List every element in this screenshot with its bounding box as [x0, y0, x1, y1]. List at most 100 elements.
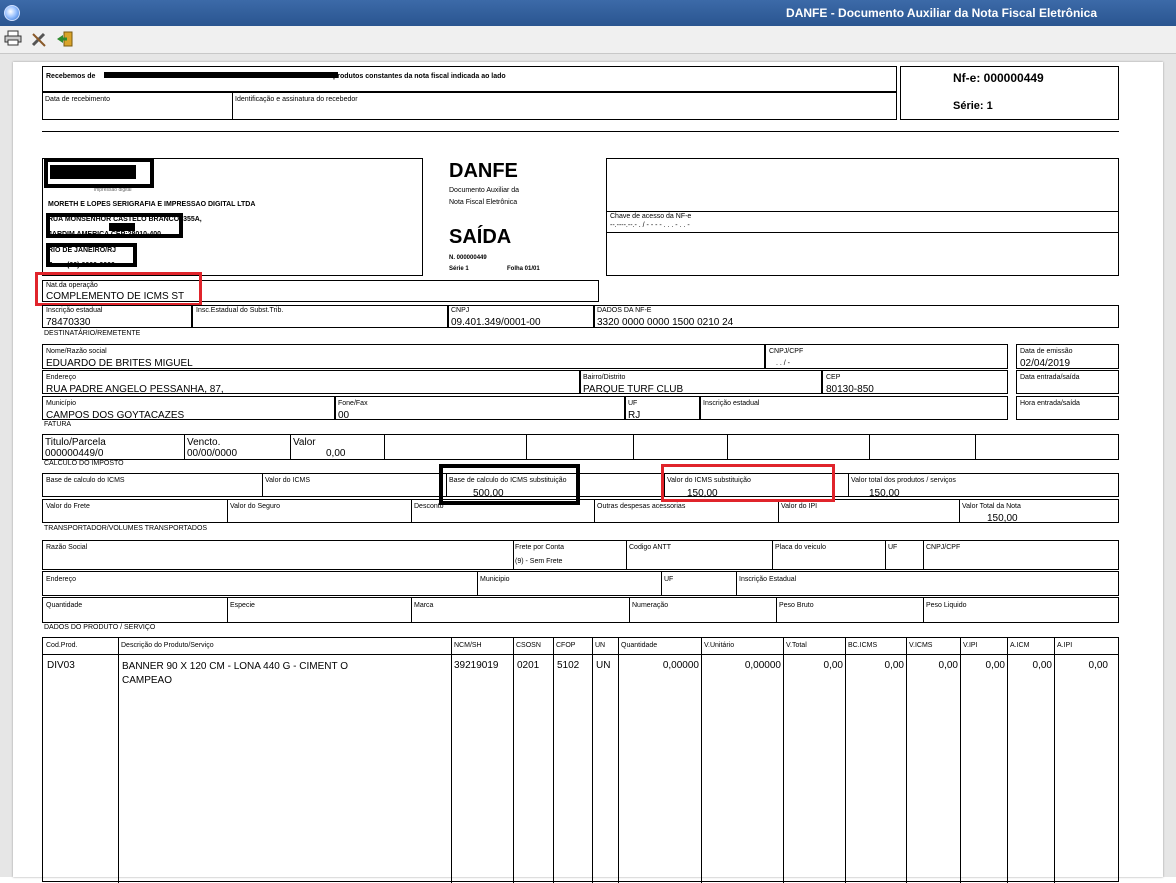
fatura-valor-value: 0,00: [326, 448, 346, 459]
col-aicm: A.ICM: [1010, 642, 1030, 649]
chave-value: --.----.--.- . / - - - - . . . - . . -: [610, 222, 690, 229]
dest-endereco-value: RUA PADRE ANGELO PESSANHA, 87,: [46, 384, 224, 395]
col-bcicms: BC.ICMS: [848, 642, 878, 649]
dest-ie-label: Inscrição estadual: [703, 400, 760, 407]
danfe-sub1: Documento Auxiliar da: [449, 187, 520, 194]
redaction: [50, 165, 136, 179]
seguro-label: Valor do Seguro: [230, 503, 281, 510]
dest-fone-box: Fone/Fax 00: [335, 396, 625, 421]
transp-razao-label: Razão Social: [46, 544, 88, 551]
transp-placa-label: Placa do veiculo: [775, 544, 826, 551]
dest-uf-label: UF: [628, 400, 638, 407]
prod-vicms: 0,00: [938, 660, 958, 671]
dest-emissao-value: 02/04/2019: [1020, 358, 1071, 369]
toolbar: [0, 26, 1176, 54]
v-nota-label: Valor Total da Nota: [962, 503, 1021, 510]
bc-icms-label: Base de calculo do ICMS: [46, 477, 125, 484]
dest-uf-value: RJ: [628, 410, 641, 421]
dest-endereco-box: Endereço RUA PADRE ANGELO PESSANHA, 87,: [42, 370, 580, 395]
dest-nome-value: EDUARDO DE BRITES MIGUEL: [46, 358, 193, 369]
prod-quantidade: 0,00000: [662, 660, 699, 671]
canhoto-recebemos: Recebemos de produtos constantes da nota…: [42, 66, 897, 92]
ipi-label: Valor do IPI: [781, 503, 818, 510]
prod-aipi: 0,00: [1088, 660, 1108, 671]
dest-cep-value: 80130-850: [826, 384, 874, 395]
recebemos-label: Recebemos de: [46, 73, 96, 80]
prod-descricao: BANNER 90 X 120 CM - LONA 440 G - CIMENT…: [122, 661, 348, 686]
transp-marca-label: Marca: [414, 602, 434, 609]
exit-icon[interactable]: [55, 30, 75, 48]
red-highlight-v-st: [661, 464, 835, 502]
dados-nfe-label: DADOS DA NF-E: [597, 307, 652, 314]
data-recebimento-label: Data de recebimento: [45, 96, 110, 103]
chave-box: Chave de acesso da NF-e --.----.--.- . /…: [606, 158, 1119, 276]
dest-emissao-label: Data de emissão: [1020, 348, 1073, 355]
outras-label: Outras despesas acessorias: [597, 503, 686, 510]
imposto-row2: Valor do Frete Valor do Seguro Desconto …: [42, 499, 1119, 524]
preview-area[interactable]: Recebemos de produtos constantes da nota…: [0, 54, 1176, 883]
cnpj-value: 09.401.349/0001-00: [451, 317, 541, 328]
identificacao-box: Identificação e assinatura do recebedor: [232, 92, 897, 120]
col-ncm: NCM/SH: [454, 642, 482, 649]
redaction-box: [46, 243, 137, 267]
dest-municipio-label: Município: [46, 400, 76, 407]
fatura-titulo-label: Titulo/Parcela: [45, 437, 106, 448]
danfe-sub2: Nota Fiscal Eletrônica: [449, 199, 518, 206]
redaction: [104, 72, 338, 78]
danfe-page: Recebemos de produtos constantes da nota…: [13, 62, 1163, 883]
window-title: DANFE - Documento Auxiliar da Nota Fisca…: [786, 6, 1097, 20]
dest-emissao-box: Data de emissão 02/04/2019: [1016, 344, 1119, 369]
danfe-folha: Folha 01/01: [507, 266, 540, 272]
prod-bcicms: 0,00: [884, 660, 904, 671]
dest-entrada-box: Data entrada/saída: [1016, 370, 1119, 394]
col-cod: Cod.Prod.: [46, 642, 78, 649]
ie-box: Inscrição estadual 78470330: [42, 305, 192, 328]
printer-icon[interactable]: [3, 30, 23, 48]
dest-endereco-label: Endereço: [46, 374, 76, 381]
transp-cnpj-label: CNPJ/CPF: [926, 544, 961, 551]
transp-quantidade-label: Quantidade: [46, 602, 83, 609]
transp-row1: Razão Social Frete por Conta (9) - Sem F…: [42, 540, 1119, 570]
danfe-title: DANFE: [449, 160, 518, 182]
black-highlight-bc-st: [439, 464, 580, 505]
dest-municipio-value: CAMPOS DOS GOYTACAZES: [46, 410, 185, 421]
chave-label: Chave de acesso da NF-e: [610, 213, 692, 220]
transp-especie-label: Especie: [230, 602, 255, 609]
dest-nome-box: Nome/Razão social EDUARDO DE BRITES MIGU…: [42, 344, 765, 369]
redaction: [109, 223, 135, 231]
prod-aicm: 0,00: [1032, 660, 1052, 671]
dest-fone-value: 00: [338, 410, 350, 421]
red-highlight-natureza: [35, 272, 202, 306]
produtos-section: DADOS DO PRODUTO / SERVIÇO: [44, 624, 156, 631]
col-vipi: V.IPI: [963, 642, 978, 649]
tools-icon[interactable]: [29, 30, 49, 48]
transp-municipio-label: Municipio: [480, 576, 510, 583]
dest-ie-box: Inscrição estadual: [700, 396, 1008, 420]
cnpj-box: CNPJ 09.401.349/0001-00: [448, 305, 594, 328]
transp-uf2-label: UF: [664, 576, 674, 583]
col-vicms: V.ICMS: [909, 642, 933, 649]
fatura-box: Titulo/Parcela 000000449/0 Vencto. 00/00…: [42, 434, 1119, 460]
transp-frete-label: Frete por Conta: [515, 544, 565, 551]
prod-vtotal: 0,00: [823, 660, 843, 671]
col-vtotal: V.Total: [786, 642, 807, 649]
fatura-valor-label: Valor: [293, 437, 316, 448]
dest-bairro-box: Bairro/Distrito PARQUE TURF CLUB: [580, 370, 822, 395]
danfe-tipo: SAÍDA: [449, 226, 512, 248]
prod-ncm: 39219019: [454, 660, 499, 671]
dest-cnpj-label: CNPJ/CPF: [769, 348, 804, 355]
nfe-number: Nf-e: 000000449: [953, 71, 1044, 85]
dados-nfe-value: 3320 0000 0000 1500 0210 24: [597, 317, 734, 328]
transp-peso-liquido-label: Peso Liquido: [926, 602, 967, 609]
app-icon[interactable]: [4, 5, 20, 21]
dest-bairro-value: PARQUE TURF CLUB: [583, 384, 684, 395]
fatura-titulo-value: 000000449/0: [45, 448, 104, 459]
dest-entrada-label: Data entrada/saída: [1020, 374, 1080, 381]
transp-numeracao-label: Numeração: [632, 602, 669, 609]
imposto-row1: Base de calculo do ICMS Valor do ICMS Ba…: [42, 473, 1119, 499]
dest-fone-label: Fone/Fax: [338, 400, 368, 407]
danfe-numero: N. 000000449: [449, 255, 487, 261]
window-titlebar: DANFE - Documento Auxiliar da Nota Fisca…: [0, 0, 1176, 26]
identificacao-label: Identificação e assinatura do recebedor: [235, 96, 358, 103]
col-aipi: A.IPI: [1057, 642, 1073, 649]
